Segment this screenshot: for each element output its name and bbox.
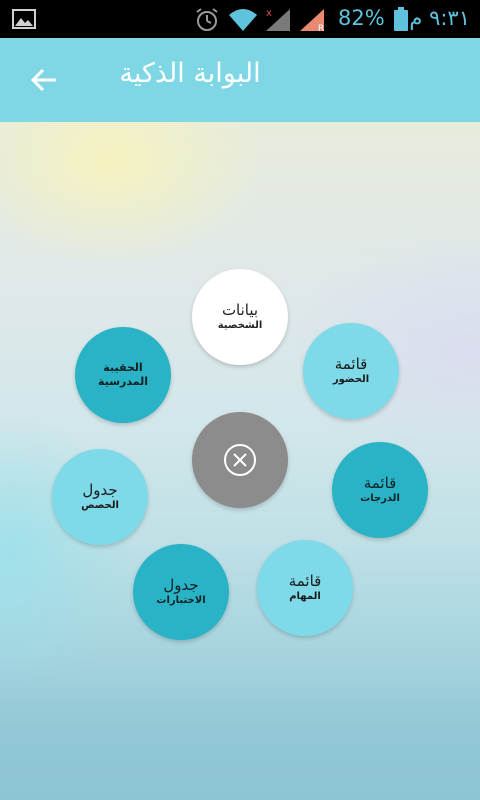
- battery-percent: 82%: [338, 6, 385, 30]
- menu-item-title: قائمة: [363, 474, 397, 492]
- back-button[interactable]: [24, 60, 64, 100]
- signal-icon: x: [266, 8, 290, 31]
- menu-item-title: جدول: [163, 576, 199, 594]
- menu-item-title: قائمة: [334, 355, 368, 373]
- svg-text:x: x: [266, 8, 272, 19]
- status-bar: x R 82% ٩:٣١ م: [0, 0, 480, 38]
- alarm-icon: [196, 8, 218, 31]
- menu-item-subtitle: الحضور: [332, 374, 370, 385]
- menu-item-tasks-list[interactable]: قائمة المهام: [257, 540, 353, 636]
- menu-item-subtitle: المهام: [289, 591, 321, 602]
- menu-item-subtitle: الشخصية: [217, 320, 263, 331]
- menu-item-title: بيانات: [221, 301, 259, 319]
- menu-item-subtitle: المدرسية: [98, 375, 148, 388]
- wifi-icon: [229, 9, 257, 31]
- menu-item-subtitle: الاختبارات: [156, 595, 206, 606]
- menu-item-subtitle: الحصص: [81, 500, 119, 511]
- status-time: ٩:٣١ م: [409, 6, 470, 30]
- menu-item-exams-table[interactable]: جدول الاختبارات: [133, 544, 229, 640]
- menu-area: بيانات الشخصية قائمة الحضور قائمة الدرجا…: [0, 122, 480, 800]
- menu-item-subtitle: الدرجات: [360, 493, 400, 504]
- menu-item-school-bag[interactable]: الحقيبة المدرسية: [75, 327, 171, 423]
- menu-item-personal-data[interactable]: بيانات الشخصية: [192, 269, 288, 365]
- menu-item-attendance-list[interactable]: قائمة الحضور: [303, 323, 399, 419]
- menu-item-title: قائمة: [288, 572, 322, 590]
- menu-item-classes-table[interactable]: جدول الحصص: [52, 449, 148, 545]
- menu-item-grades-list[interactable]: قائمة الدرجات: [332, 442, 428, 538]
- app-header: البوابة الذكية: [0, 38, 480, 122]
- menu-item-title: جدول: [82, 481, 118, 499]
- gallery-icon: [12, 9, 36, 29]
- battery-icon: [394, 7, 408, 31]
- menu-item-title: الحقيبة: [103, 361, 143, 374]
- page-title: البوابة الذكية: [119, 58, 261, 89]
- close-icon: [224, 444, 256, 476]
- close-menu-button[interactable]: [192, 412, 288, 508]
- svg-text:R: R: [318, 24, 324, 33]
- arrow-left-icon: [30, 68, 56, 92]
- signal-roaming-icon: R: [300, 9, 324, 33]
